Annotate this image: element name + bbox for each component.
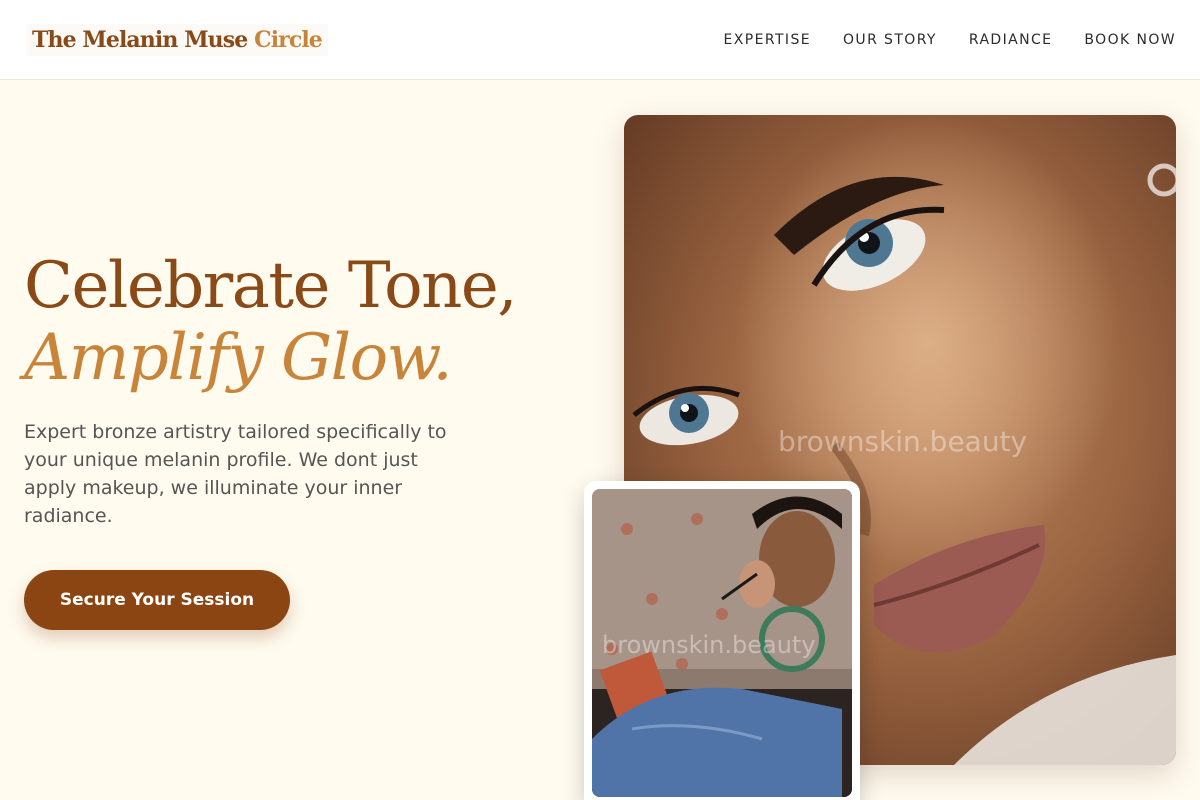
hero-title-line2: Amplify Glow.: [24, 321, 453, 395]
card-image-watermark: brownskin.beauty: [602, 631, 816, 659]
nav-link-radiance[interactable]: RADIANCE: [969, 30, 1053, 50]
nav-link-our-story[interactable]: OUR STORY: [843, 30, 937, 50]
nav-link-expertise[interactable]: EXPERTISE: [724, 30, 811, 50]
hero-title-line1: Celebrate Tone,: [24, 249, 518, 323]
artist-at-work-card: brownskin.beauty: [584, 481, 860, 800]
site-logo[interactable]: The Melanin Muse Circle: [26, 24, 328, 56]
main-image-watermark: brownskin.beauty: [778, 425, 1027, 458]
hero-description: Expert bronze artistry tailored specific…: [24, 421, 447, 527]
hero-title: Celebrate Tone, Amplify Glow.: [24, 249, 518, 395]
site-header: The Melanin Muse Circle EXPERTISE OUR ST…: [0, 0, 1200, 80]
logo-text-primary: The Melanin Muse: [32, 27, 248, 53]
logo-text-accent: Circle: [254, 27, 323, 53]
secure-session-button[interactable]: Secure Your Session: [24, 570, 290, 630]
nav-link-book-now[interactable]: BOOK NOW: [1084, 30, 1176, 50]
artist-at-work-image: brownskin.beauty: [592, 489, 852, 797]
main-nav: EXPERTISE OUR STORY RADIANCE BOOK NOW: [724, 30, 1176, 50]
